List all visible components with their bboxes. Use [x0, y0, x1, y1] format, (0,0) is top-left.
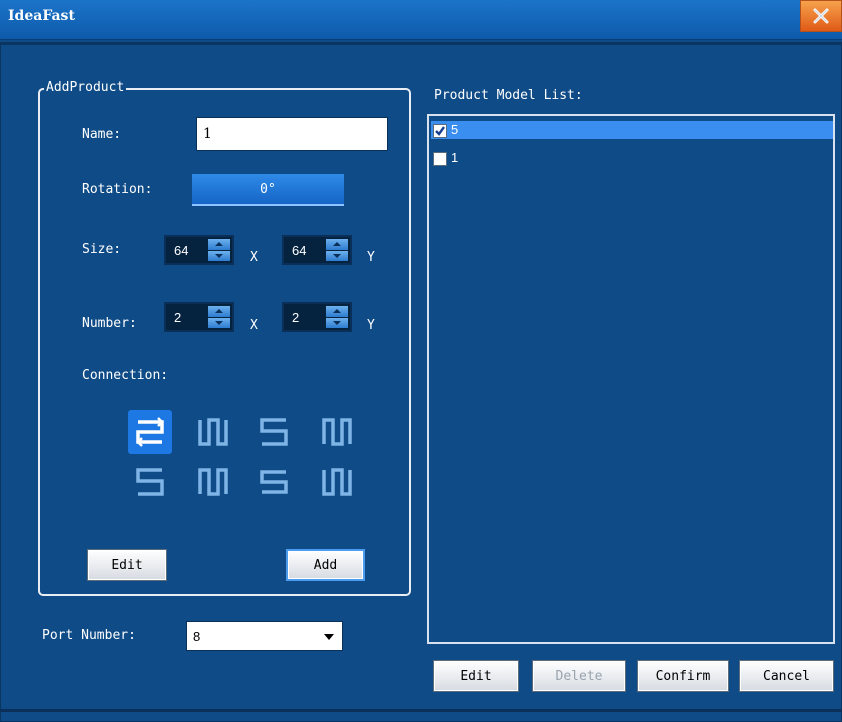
s-serpentine-icon — [260, 418, 288, 446]
number-y-value: 2 — [292, 310, 300, 325]
arrow-down-icon — [333, 320, 341, 325]
vertical-serpentine-reverse-icon — [322, 468, 352, 496]
connection-pattern-7[interactable] — [252, 460, 296, 504]
port-number-value: 8 — [193, 629, 201, 644]
port-number-label: Port Number: — [42, 628, 136, 643]
port-number-select[interactable]: 8 — [186, 621, 343, 651]
chevron-down-icon — [324, 634, 334, 640]
size-label: Size: — [82, 242, 122, 257]
item-checkbox[interactable] — [433, 124, 447, 138]
number-x-axis-label: X — [250, 318, 258, 333]
spin-up-button[interactable] — [326, 239, 348, 250]
serpentine-icon — [136, 417, 164, 447]
spin-down-button[interactable] — [326, 250, 348, 261]
arrow-down-icon — [215, 253, 223, 258]
name-input[interactable] — [196, 117, 388, 151]
spin-up-button[interactable] — [208, 239, 230, 250]
n-serpentine-icon — [322, 418, 352, 446]
delete-button: Delete — [532, 660, 626, 692]
size-y-axis-label: Y — [367, 250, 375, 265]
add-button[interactable]: Add — [286, 549, 365, 581]
confirm-button[interactable]: Confirm — [637, 660, 729, 692]
serpentine-reverse-icon — [260, 470, 288, 494]
number-y-axis-label: Y — [367, 318, 375, 333]
edit-button[interactable]: Edit — [433, 660, 519, 692]
group-title: AddProduct — [44, 80, 127, 95]
checkmark-icon — [435, 126, 445, 136]
list-item[interactable]: 1 — [431, 149, 833, 167]
size-x-spinbox[interactable]: 64 — [164, 235, 234, 265]
arrow-up-icon — [215, 242, 223, 247]
item-checkbox[interactable] — [433, 152, 447, 166]
rotation-label: Rotation: — [82, 182, 153, 197]
spin-down-button[interactable] — [326, 317, 348, 328]
connection-pattern-5[interactable] — [128, 460, 172, 504]
arrow-down-icon — [333, 253, 341, 258]
arrow-up-icon — [215, 309, 223, 314]
list-item-label: 1 — [451, 150, 459, 165]
name-label: Name: — [82, 127, 122, 142]
connection-pattern-4[interactable] — [314, 410, 358, 454]
add-product-group: AddProduct — [38, 80, 411, 596]
window-title: IdeaFast — [8, 8, 75, 24]
close-button[interactable] — [800, 0, 842, 32]
number-y-spinbox[interactable]: 2 — [282, 302, 352, 332]
s-serpentine-reverse-icon — [136, 468, 164, 496]
size-x-axis-label: X — [250, 250, 258, 265]
spin-up-button[interactable] — [208, 306, 230, 317]
spin-down-button[interactable] — [208, 250, 230, 261]
arrow-up-icon — [333, 309, 341, 314]
connection-patterns — [128, 410, 372, 504]
number-label: Number: — [82, 316, 137, 331]
n-serpentine-reverse-icon — [198, 468, 228, 496]
arrow-up-icon — [333, 242, 341, 247]
arrow-down-icon — [215, 320, 223, 325]
size-y-spinbox[interactable]: 64 — [282, 235, 352, 265]
rotation-value: 0° — [260, 181, 276, 197]
list-item-label: 5 — [451, 122, 459, 137]
cancel-button[interactable]: Cancel — [739, 660, 834, 692]
title-bar: IdeaFast — [0, 0, 842, 40]
close-icon — [813, 8, 829, 24]
bottom-divider — [0, 709, 842, 712]
connection-pattern-1[interactable] — [128, 410, 172, 454]
rotation-button[interactable]: 0° — [192, 174, 344, 206]
vertical-serpentine-icon — [198, 418, 228, 446]
connection-pattern-8[interactable] — [314, 460, 358, 504]
product-model-list[interactable]: 5 1 — [427, 114, 835, 644]
number-x-spinbox[interactable]: 2 — [164, 302, 234, 332]
connection-label: Connection: — [82, 368, 169, 383]
list-item[interactable]: 5 — [431, 121, 833, 139]
spin-down-button[interactable] — [208, 317, 230, 328]
connection-pattern-2[interactable] — [190, 410, 234, 454]
size-y-value: 64 — [292, 243, 307, 258]
model-list-title: Product Model List: — [434, 88, 583, 103]
number-x-value: 2 — [174, 310, 182, 325]
connection-pattern-6[interactable] — [190, 460, 234, 504]
connection-pattern-3[interactable] — [252, 410, 296, 454]
edit-pattern-button[interactable]: Edit — [87, 549, 167, 581]
spin-up-button[interactable] — [326, 306, 348, 317]
size-x-value: 64 — [174, 243, 189, 258]
